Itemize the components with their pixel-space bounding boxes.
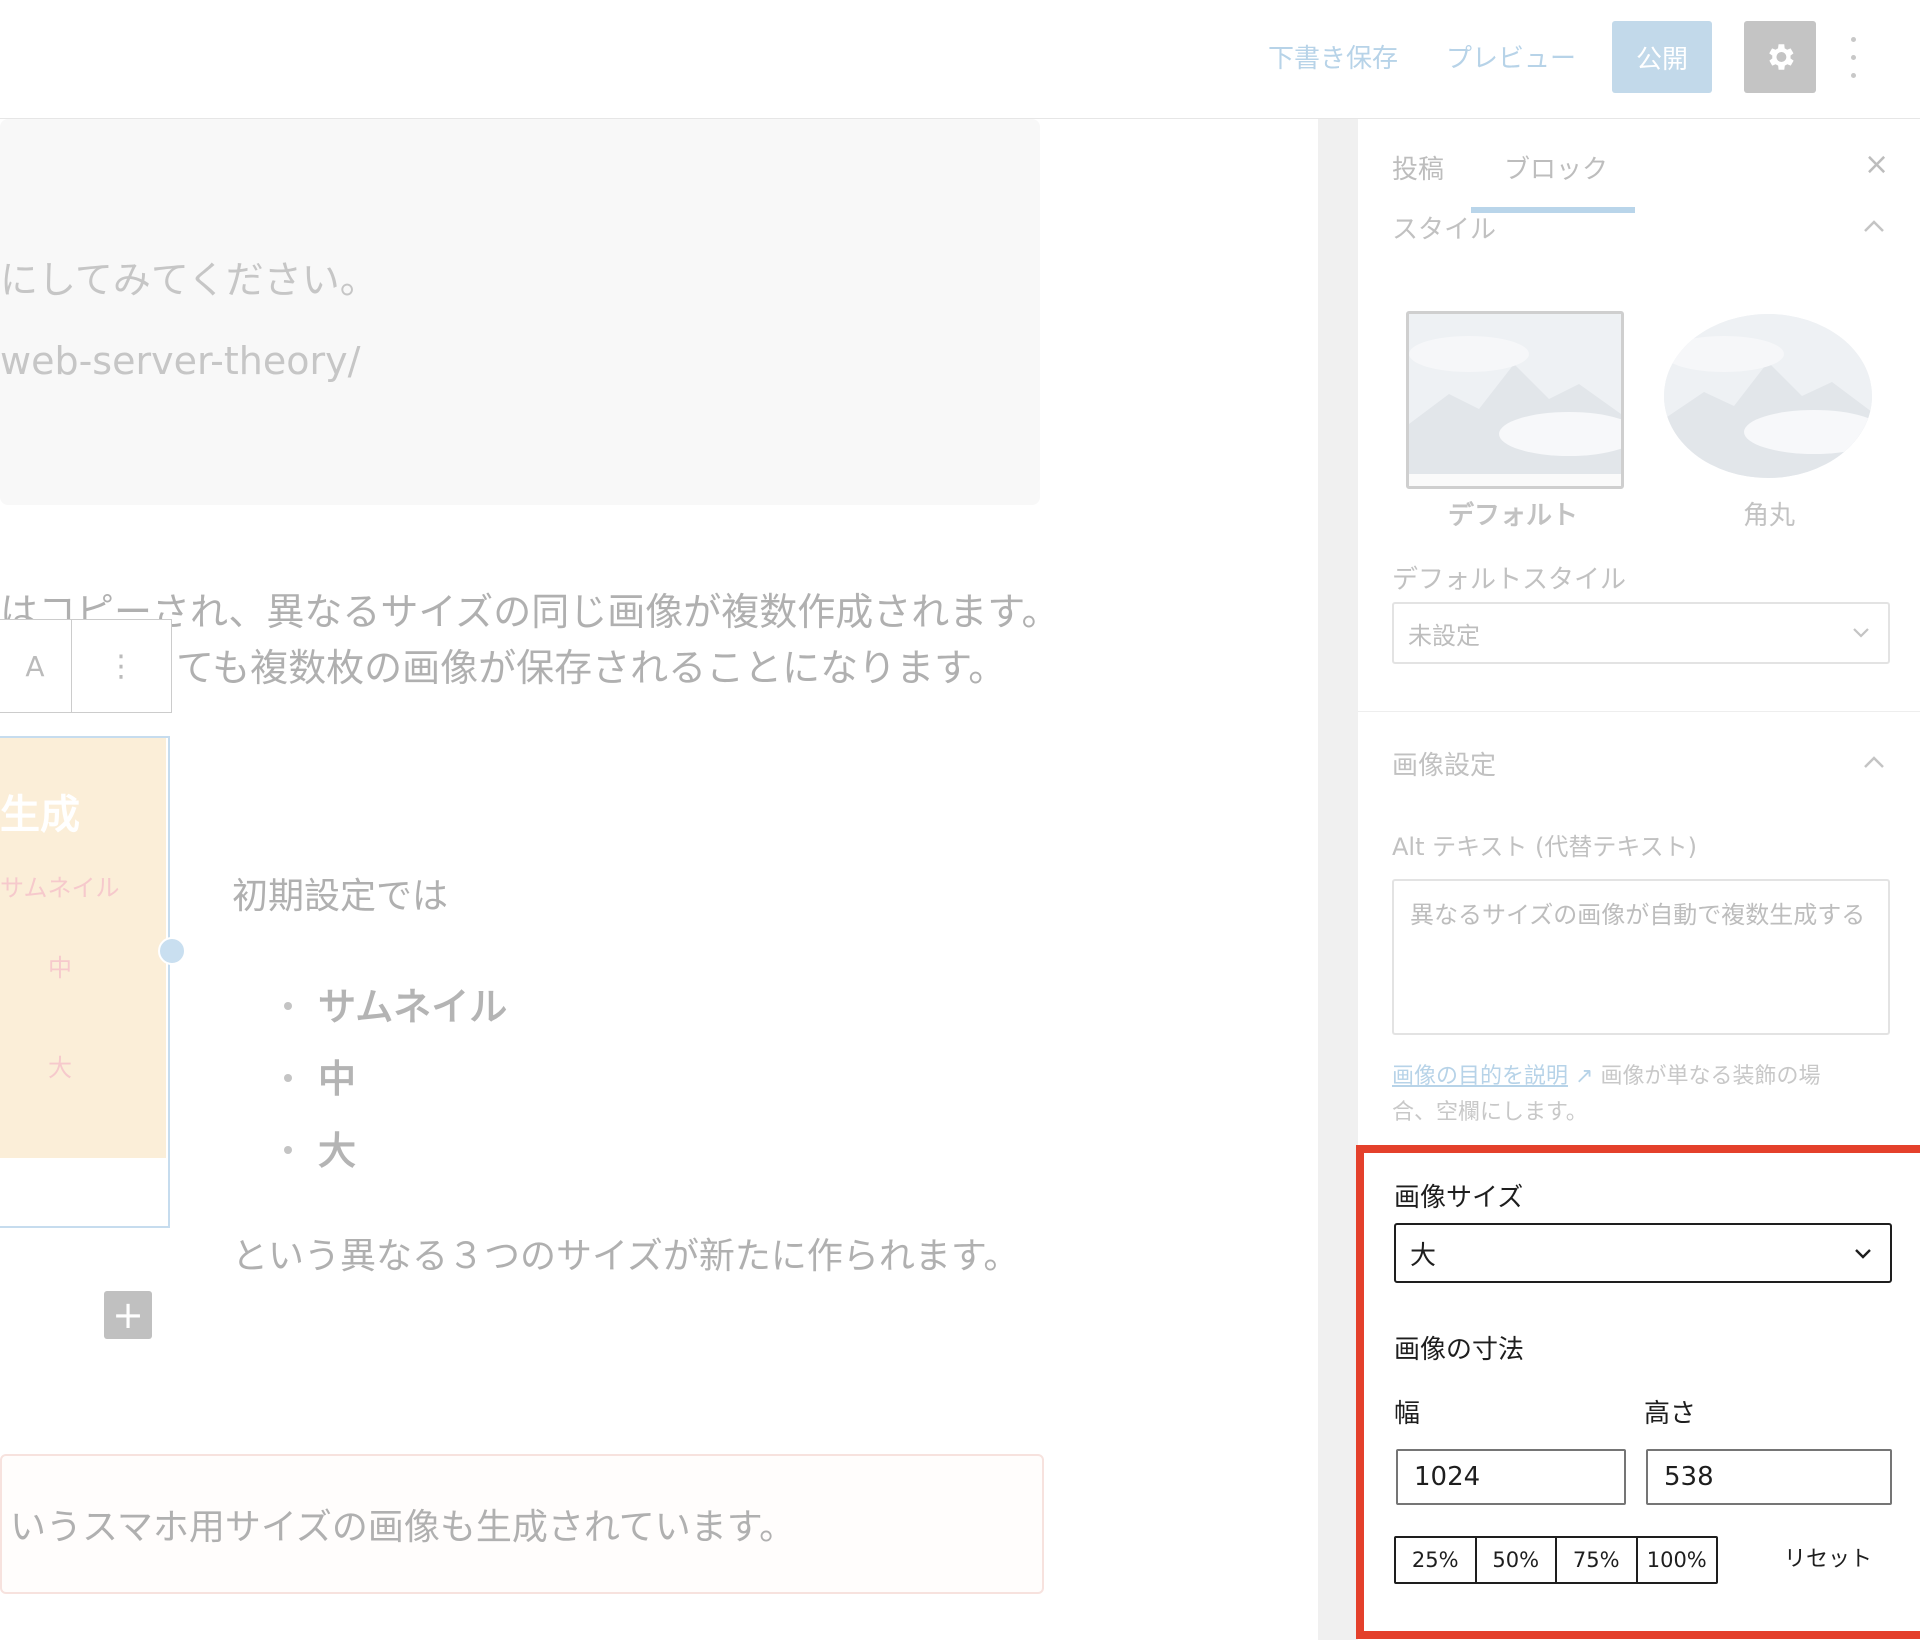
default-style-value: 未設定: [1408, 622, 1480, 650]
code-block[interactable]: にしてみてください。 web-server-theory/: [0, 119, 1040, 505]
list-item[interactable]: 大: [318, 1120, 356, 1175]
block-toolbar: A ⋮: [0, 619, 172, 713]
style-label-rounded: 角丸: [1742, 501, 1795, 531]
image-item: サムネイル: [0, 874, 120, 902]
external-link-icon: ↗: [1575, 1064, 1594, 1089]
image-size-label: 画像サイズ: [1394, 1183, 1524, 1213]
style-rounded-preview[interactable]: [1664, 314, 1872, 478]
tab-block[interactable]: ブロック: [1504, 149, 1608, 186]
height-input[interactable]: 538: [1646, 1449, 1892, 1505]
vertical-ellipsis-icon: [1850, 36, 1856, 42]
alt-help-link[interactable]: 画像の目的を説明: [1392, 1064, 1568, 1089]
mountain-image: [1664, 314, 1872, 478]
gear-icon: [1769, 44, 1794, 70]
settings-button[interactable]: [1744, 21, 1816, 93]
image-size-value: 大: [1410, 1241, 1437, 1271]
close-icon[interactable]: ×: [1864, 147, 1889, 182]
toolbar-text-button[interactable]: A: [0, 620, 72, 712]
alt-help: 画像の目的を説明 ↗ 画像が単なる装飾の場 合、空欄にします。: [1392, 1059, 1892, 1131]
intro-text[interactable]: 初期設定では: [232, 867, 448, 919]
code-line: にしてみてください。: [0, 258, 378, 302]
sidebar-separator: [1318, 119, 1358, 1640]
width-label: 幅: [1394, 1399, 1421, 1429]
mountain-image: [1409, 314, 1621, 486]
default-style-label: デフォルトスタイル: [1392, 565, 1627, 595]
bullet-icon: [284, 1002, 292, 1010]
alt-help-text: 合、空欄にします。: [1392, 1100, 1588, 1125]
toolbar-more-button[interactable]: ⋮: [71, 620, 171, 712]
percent-button-group: 25% 50% 75% 100%: [1394, 1536, 1718, 1584]
code-line: web-server-theory/: [0, 339, 361, 383]
editor-canvas: にしてみてください。 web-server-theory/ はコピーされ、異なる…: [0, 119, 1318, 1640]
style-heading[interactable]: スタイル: [1392, 209, 1496, 246]
paragraph-line[interactable]: ても複数枚の画像が保存されることになります。: [176, 637, 1006, 692]
default-style-select[interactable]: 未設定: [1392, 602, 1890, 664]
more-options-button[interactable]: [1838, 30, 1868, 84]
publish-button[interactable]: 公開: [1612, 21, 1712, 93]
width-input[interactable]: 1024: [1396, 1449, 1626, 1505]
tab-post[interactable]: 投稿: [1392, 149, 1444, 186]
dimensions-label: 画像の寸法: [1394, 1335, 1525, 1365]
alt-text-field[interactable]: 異なるサイズの画像が自動で複数生成する: [1392, 879, 1890, 1035]
chevron-down-icon: [1855, 1249, 1871, 1259]
add-block-button[interactable]: +: [104, 1291, 152, 1339]
bullet-icon: [284, 1074, 292, 1082]
image-size-panel: 画像サイズ 大 画像の寸法 幅 高さ 1024 538 25% 50% 75% …: [1356, 1145, 1920, 1639]
alt-text-label: Alt テキスト (代替テキスト): [1392, 833, 1698, 861]
panel-divider: [1358, 711, 1920, 712]
note-block[interactable]: いうスマホ用サイズの画像も生成されています。: [0, 1454, 1044, 1594]
percent-25-button[interactable]: 25%: [1396, 1538, 1475, 1582]
style-default-preview[interactable]: [1406, 311, 1624, 489]
chevron-up-icon[interactable]: [1863, 219, 1885, 233]
chevron-up-icon[interactable]: [1863, 755, 1885, 769]
percent-75-button[interactable]: 75%: [1555, 1538, 1636, 1582]
chevron-down-icon: [1853, 628, 1869, 638]
image-item: 中: [48, 954, 72, 982]
outro-text[interactable]: という異なる３つのサイズが新たに作られます。: [232, 1227, 1019, 1279]
bullet-icon: [284, 1146, 292, 1154]
height-label: 高さ: [1644, 1399, 1697, 1429]
top-toolbar: 下書き保存 プレビュー 公開: [0, 0, 1920, 119]
preview-button[interactable]: プレビュー: [1446, 38, 1576, 75]
list-item[interactable]: 中: [318, 1048, 356, 1103]
note-text: いうスマホ用サイズの画像も生成されています。: [10, 1507, 796, 1548]
image-settings-heading[interactable]: 画像設定: [1392, 745, 1496, 782]
alt-text-value: 異なるサイズの画像が自動で複数生成する: [1410, 901, 1866, 929]
image-title: 生成: [0, 792, 80, 838]
resize-handle[interactable]: [158, 937, 186, 965]
list-item[interactable]: サムネイル: [318, 976, 507, 1031]
save-draft-button[interactable]: 下書き保存: [1268, 38, 1398, 75]
reset-button[interactable]: リセット: [1784, 1541, 1872, 1573]
image-preview: 生成 サムネイル 中 大: [0, 738, 166, 1158]
image-block[interactable]: 生成 サムネイル 中 大: [0, 736, 170, 1228]
alt-help-text: 画像が単なる装飾の場: [1600, 1064, 1821, 1089]
percent-50-button[interactable]: 50%: [1474, 1538, 1556, 1582]
style-label-default: デフォルト: [1447, 501, 1578, 531]
percent-100-button[interactable]: 100%: [1635, 1538, 1717, 1582]
image-size-select[interactable]: 大: [1394, 1223, 1892, 1283]
image-item: 大: [48, 1054, 72, 1082]
